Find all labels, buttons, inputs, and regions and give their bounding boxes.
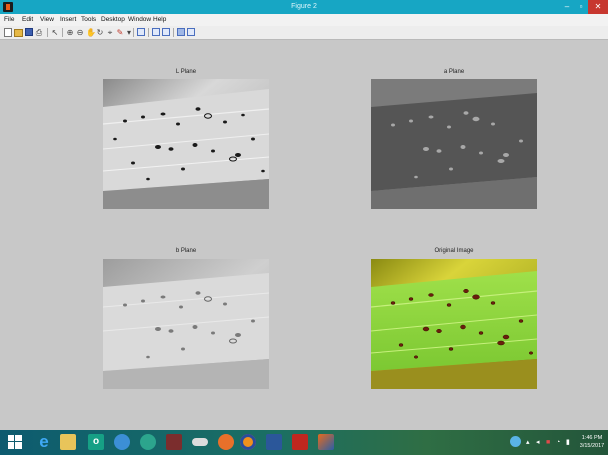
- minimize-button[interactable]: –: [560, 0, 574, 14]
- zoom-in-icon[interactable]: ⊕: [66, 28, 74, 37]
- windows-taskbar: e o ▴ ◂ ■ ◔ ▮ 1:46 PM 3/15/2017: [0, 430, 608, 455]
- b-plane-image: [103, 259, 269, 389]
- data-cursor-icon[interactable]: ⌖: [106, 28, 114, 37]
- toolbar-separator: [148, 28, 149, 37]
- file-explorer-icon[interactable]: [60, 434, 76, 450]
- word-icon[interactable]: [266, 434, 282, 450]
- toolbar-separator: [133, 28, 134, 37]
- paint-icon[interactable]: [114, 434, 130, 450]
- zoom-out-icon[interactable]: ⊖: [76, 28, 84, 37]
- close-button[interactable]: ✕: [588, 0, 608, 14]
- plot-title-b-plane: b Plane: [175, 248, 197, 254]
- colorbar-icon[interactable]: [152, 28, 160, 36]
- hide-tools-icon[interactable]: [177, 28, 185, 36]
- figure-toolbar: ⎙ ↖ ⊕ ⊖ ✋ ↻ ⌖ ✎ ▾: [0, 26, 608, 40]
- taskbar-clock[interactable]: 1:46 PM 3/15/2017: [578, 434, 606, 450]
- rotate-icon[interactable]: ↻: [96, 28, 104, 37]
- print-icon[interactable]: ⎙: [35, 28, 43, 37]
- office-icon[interactable]: o: [88, 434, 104, 450]
- menu-edit[interactable]: Edit: [22, 14, 33, 26]
- menu-tools[interactable]: Tools: [81, 14, 96, 26]
- open-file-icon[interactable]: [14, 29, 23, 37]
- eraser-app-icon[interactable]: [192, 438, 208, 446]
- original-image: [371, 259, 537, 389]
- l-plane-image: [103, 79, 269, 209]
- menu-window[interactable]: Window: [128, 14, 151, 26]
- plot-title-original-image: Original Image: [434, 248, 474, 254]
- figure-canvas: L Plane a Plane b Plane Original Image: [0, 40, 608, 430]
- a-plane-image: [371, 79, 537, 209]
- tray-security-icon[interactable]: ■: [546, 438, 550, 447]
- toolbar-separator: [62, 28, 63, 37]
- firefox-icon[interactable]: [240, 434, 256, 450]
- clock-date: 3/15/2017: [579, 443, 605, 449]
- menu-bar: File Edit View Insert Tools Desktop Wind…: [0, 14, 608, 26]
- legend-icon[interactable]: [162, 28, 170, 36]
- menu-file[interactable]: File: [4, 14, 14, 26]
- internet-explorer-icon[interactable]: e: [36, 433, 52, 450]
- clock-time: 1:46 PM: [581, 435, 603, 441]
- matlab-icon[interactable]: [318, 434, 334, 450]
- color-app-icon[interactable]: [140, 434, 156, 450]
- window-title: Figure 2: [291, 3, 317, 10]
- brush-icon[interactable]: ✎: [116, 28, 124, 37]
- menu-help[interactable]: Help: [153, 14, 166, 26]
- menu-view[interactable]: View: [40, 14, 54, 26]
- maximize-button[interactable]: ▫: [574, 0, 588, 14]
- tray-network-icon[interactable]: ◔: [556, 438, 560, 447]
- save-icon[interactable]: [25, 28, 33, 36]
- pointer-icon[interactable]: ↖: [51, 28, 59, 37]
- plot-title-l-plane: L Plane: [175, 69, 197, 75]
- pan-icon[interactable]: ✋: [86, 28, 96, 37]
- media-app-icon[interactable]: [166, 434, 182, 450]
- tray-signal-icon[interactable]: ▮: [566, 438, 570, 447]
- menu-insert[interactable]: Insert: [60, 14, 76, 26]
- tray-help-icon[interactable]: [510, 436, 521, 447]
- toolbar-separator: [47, 28, 48, 37]
- picasa-icon[interactable]: [218, 434, 234, 450]
- new-figure-icon[interactable]: [4, 28, 12, 37]
- brush-dropdown-icon[interactable]: ▾: [125, 28, 133, 37]
- start-icon[interactable]: [8, 435, 22, 449]
- dock-icon[interactable]: [187, 28, 195, 36]
- acrobat-icon[interactable]: [292, 434, 308, 450]
- menu-desktop[interactable]: Desktop: [101, 14, 125, 26]
- link-plot-icon[interactable]: [137, 28, 145, 36]
- tray-arrow-icon[interactable]: ▴: [526, 438, 530, 447]
- title-bar: Figure 2 – ▫ ✕: [0, 0, 608, 14]
- toolbar-separator: [173, 28, 174, 37]
- plot-title-a-plane: a Plane: [443, 69, 465, 75]
- tray-volume-icon[interactable]: ◂: [536, 438, 540, 447]
